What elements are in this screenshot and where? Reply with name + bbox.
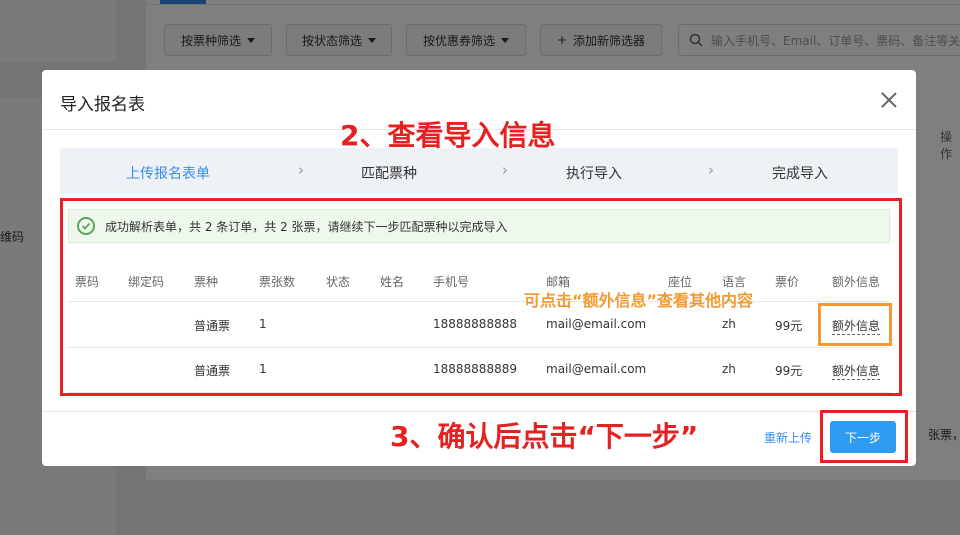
step-complete: 完成导入	[772, 166, 828, 182]
step-execute: 执行导入	[566, 166, 622, 182]
annotation-next-box	[820, 410, 908, 463]
annotation-step3: 3、确认后点击“下一步”	[390, 420, 699, 453]
chevron-right-icon: ›	[708, 161, 714, 179]
footer-divider	[42, 411, 916, 412]
chevron-right-icon: ›	[502, 161, 508, 179]
close-icon[interactable]	[878, 89, 900, 111]
step-upload: 上传报名表单	[126, 166, 210, 182]
reupload-button[interactable]: 重新上传	[764, 429, 812, 446]
step-bar: 上传报名表单 › 匹配票种 › 执行导入 › 完成导入	[60, 148, 898, 194]
annotation-table-box	[60, 198, 902, 396]
annotation-extra-box	[818, 303, 892, 346]
dialog-title: 导入报名表	[60, 95, 145, 115]
step-match: 匹配票种	[361, 166, 417, 182]
annotation-extra-hint: 可点击“额外信息”查看其他内容	[524, 291, 754, 310]
chevron-right-icon: ›	[298, 161, 304, 179]
annotation-step2: 2、查看导入信息	[340, 119, 556, 152]
